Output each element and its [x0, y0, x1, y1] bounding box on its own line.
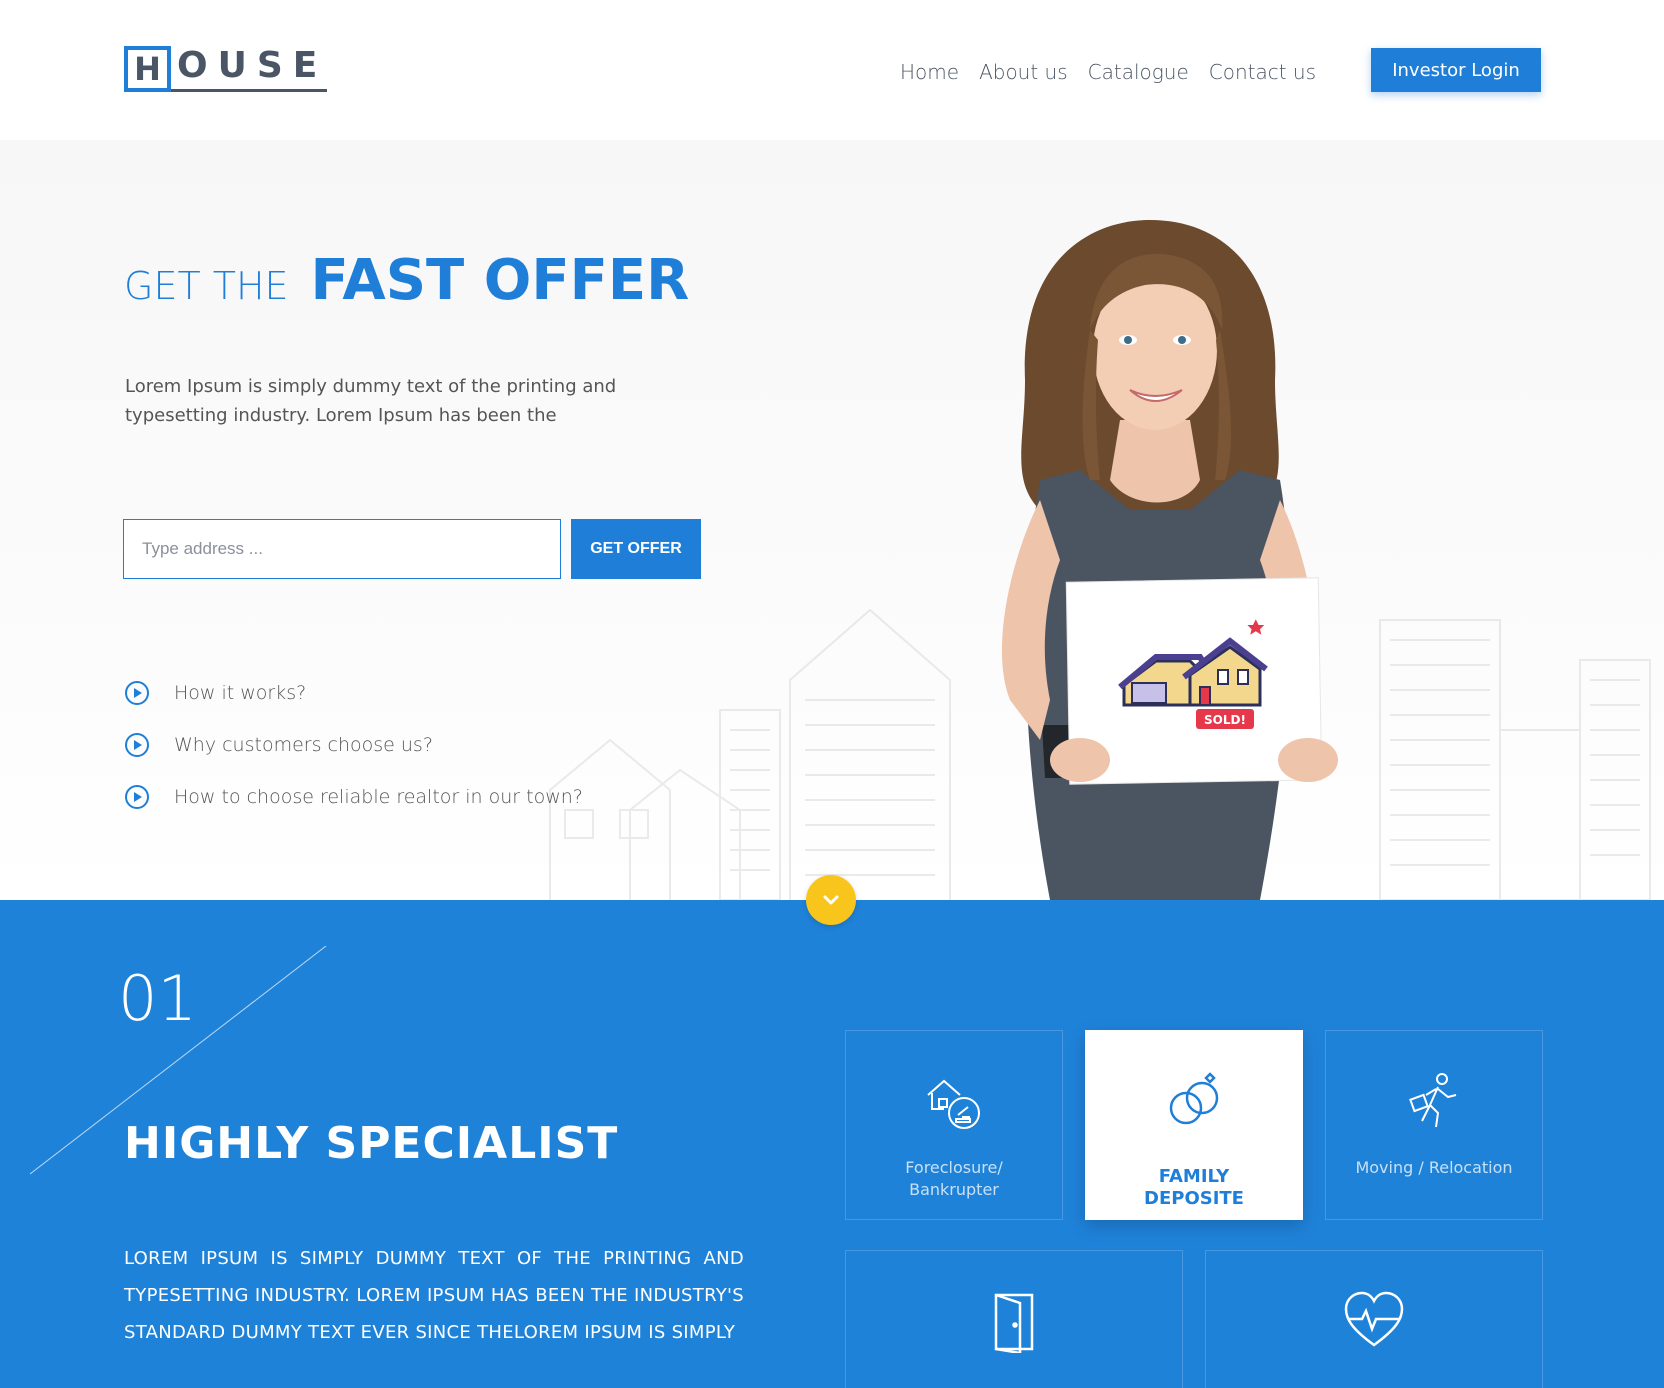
section-description: Lorem Ipsum is simply dummy text of the …	[124, 1248, 744, 1343]
play-circle-icon	[125, 681, 149, 705]
logo-text: OUSE	[171, 46, 328, 92]
get-offer-button[interactable]: GET OFFER	[571, 519, 701, 579]
service-card-moving[interactable]: Moving / Relocation	[1325, 1030, 1543, 1220]
rings-icon	[1169, 1072, 1219, 1125]
service-card-label: Moving / Relocation	[1355, 1158, 1513, 1177]
play-circle-icon	[125, 733, 149, 757]
chevron-down-icon	[823, 895, 839, 905]
woman-holding-sold-sign-photo: SOLD!	[1001, 220, 1338, 900]
logo[interactable]: H OUSE	[124, 46, 328, 92]
service-card-foreclosure[interactable]: Foreclosure/ Bankrupter	[845, 1030, 1063, 1220]
faq-list: How it works? Why customers choose us? H…	[124, 667, 583, 823]
site-header: H OUSE Home About us Catalogue Contact u…	[0, 0, 1664, 140]
faq-item[interactable]: How it works?	[124, 667, 583, 719]
house-gavel-icon	[927, 1079, 980, 1129]
running-man-icon	[1409, 1073, 1457, 1128]
faq-label: How it works?	[174, 682, 307, 704]
nav-about[interactable]: About us	[979, 60, 1068, 84]
section-title: HIGHLY SPECIALIST	[124, 1118, 619, 1169]
investor-login-button[interactable]: Investor Login	[1371, 48, 1541, 92]
sold-sign-text: SOLD!	[1204, 713, 1246, 727]
play-circle-icon	[125, 785, 149, 809]
door-icon	[994, 1293, 1034, 1353]
nav-home[interactable]: Home	[900, 60, 959, 84]
faq-label: Why customers choose us?	[174, 734, 433, 756]
nav-catalogue[interactable]: Catalogue	[1088, 60, 1189, 84]
scroll-down-button[interactable]	[806, 875, 856, 925]
sold-sign: SOLD!	[1050, 577, 1338, 785]
faq-item[interactable]: Why customers choose us?	[124, 719, 583, 771]
main-nav: Home About us Catalogue Contact us	[900, 60, 1336, 84]
faq-label: How to choose reliable realtor in our to…	[174, 786, 583, 808]
faq-item[interactable]: How to choose reliable realtor in our to…	[124, 771, 583, 823]
service-card-label: FAMILY DEPOSITE	[1144, 1166, 1244, 1209]
service-card-door[interactable]	[845, 1250, 1183, 1388]
service-card-health[interactable]	[1205, 1250, 1543, 1388]
section-number: 01	[118, 962, 197, 1035]
nav-contact[interactable]: Contact us	[1209, 60, 1316, 84]
logo-letter-box: H	[124, 46, 171, 92]
specialist-section: 01 HIGHLY SPECIALIST Lorem Ipsum is simp…	[0, 900, 1664, 1388]
address-input[interactable]	[123, 519, 561, 579]
service-card-label: Foreclosure/ Bankrupter	[905, 1158, 1003, 1199]
heartbeat-icon	[1344, 1291, 1404, 1347]
hero-title-small: GET THE	[124, 264, 289, 308]
hero-section: GET THE FAST OFFER Lorem Ipsum is simply…	[0, 140, 1664, 900]
hero-description: Lorem Ipsum is simply dummy text of the …	[125, 376, 617, 426]
hero-title: GET THE FAST OFFER	[124, 248, 689, 313]
service-card-family-deposite[interactable]: FAMILY DEPOSITE	[1085, 1030, 1303, 1220]
hero-title-big: FAST OFFER	[310, 248, 690, 313]
